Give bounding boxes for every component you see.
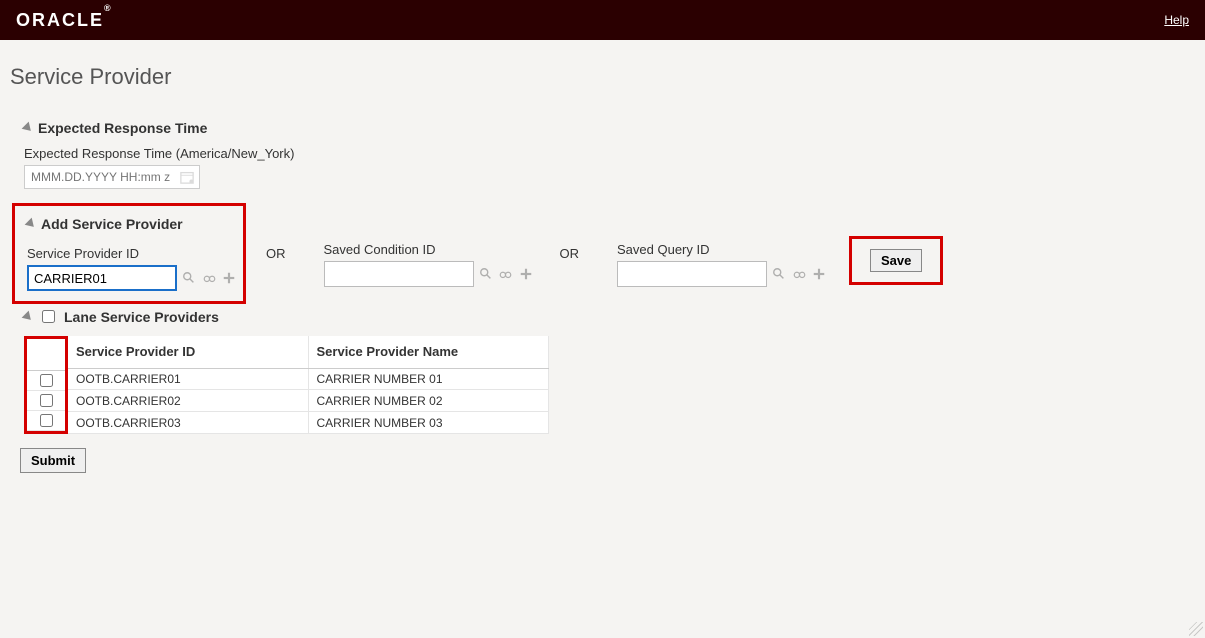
lane-checkbox-header — [27, 339, 65, 371]
cell-sp-id: OOTB.CARRIER03 — [68, 412, 308, 434]
or-label-2: OR — [560, 242, 580, 261]
plus-icon[interactable] — [518, 266, 534, 282]
plus-icon[interactable] — [221, 270, 237, 286]
row-checkbox[interactable] — [40, 394, 53, 407]
cell-sp-id: OOTB.CARRIER02 — [68, 390, 308, 412]
or-label-1: OR — [266, 242, 286, 261]
plus-icon[interactable] — [811, 266, 827, 282]
saved-condition-id-label: Saved Condition ID — [324, 242, 534, 257]
saved-condition-id-input[interactable] — [324, 261, 474, 287]
saved-query-id-input[interactable] — [617, 261, 767, 287]
page-title: Service Provider — [10, 64, 1195, 90]
binoculars-icon[interactable] — [498, 266, 514, 282]
oracle-logo: ORACLE® — [16, 10, 113, 31]
service-provider-id-input[interactable] — [27, 265, 177, 291]
cell-sp-name: CARRIER NUMBER 03 — [308, 412, 548, 434]
save-button[interactable]: Save — [870, 249, 922, 272]
expected-response-label: Expected Response Time (America/New_York… — [24, 146, 1195, 161]
table-row[interactable]: OOTB.CARRIER02 CARRIER NUMBER 02 — [68, 390, 548, 412]
search-icon[interactable] — [478, 266, 494, 282]
section-title-add-service-provider: Add Service Provider — [41, 216, 183, 232]
search-icon[interactable] — [181, 270, 197, 286]
row-checkbox[interactable] — [40, 414, 53, 427]
col-service-provider-name[interactable]: Service Provider Name — [308, 336, 548, 368]
binoculars-icon[interactable] — [201, 270, 217, 286]
table-header-row: Service Provider ID Service Provider Nam… — [68, 336, 548, 368]
collapse-caret-icon[interactable] — [25, 218, 38, 231]
collapse-caret-icon[interactable] — [22, 122, 35, 135]
section-expected-response-time: Expected Response Time Expected Response… — [24, 120, 1195, 189]
section-title-expected-response: Expected Response Time — [38, 120, 207, 136]
cell-sp-id: OOTB.CARRIER01 — [68, 368, 308, 390]
table-row[interactable]: OOTB.CARRIER03 CARRIER NUMBER 03 — [68, 412, 548, 434]
lane-service-providers-table: Service Provider ID Service Provider Nam… — [68, 336, 549, 434]
top-bar: ORACLE® Help — [0, 0, 1205, 40]
section-title-lane-service-providers: Lane Service Providers — [64, 309, 219, 325]
table-row[interactable]: OOTB.CARRIER01 CARRIER NUMBER 01 — [68, 368, 548, 390]
lane-checkbox-column — [24, 336, 68, 434]
search-icon[interactable] — [771, 266, 787, 282]
service-provider-id-label: Service Provider ID — [27, 246, 237, 261]
window-resize-grip-icon[interactable] — [1187, 620, 1205, 638]
page-body: Service Provider Expected Response Time … — [0, 40, 1205, 487]
help-link[interactable]: Help — [1164, 13, 1189, 27]
expected-response-input[interactable] — [29, 169, 179, 185]
expected-response-input-wrap[interactable] — [24, 165, 200, 189]
col-service-provider-id[interactable]: Service Provider ID — [68, 336, 308, 368]
cell-sp-name: CARRIER NUMBER 01 — [308, 368, 548, 390]
lane-section-checkbox[interactable] — [42, 310, 55, 323]
collapse-caret-icon[interactable] — [22, 310, 35, 323]
row-checkbox[interactable] — [40, 374, 53, 387]
cell-sp-name: CARRIER NUMBER 02 — [308, 390, 548, 412]
saved-query-id-label: Saved Query ID — [617, 242, 827, 257]
calendar-icon[interactable] — [179, 169, 195, 185]
submit-button[interactable]: Submit — [20, 448, 86, 473]
binoculars-icon[interactable] — [791, 266, 807, 282]
